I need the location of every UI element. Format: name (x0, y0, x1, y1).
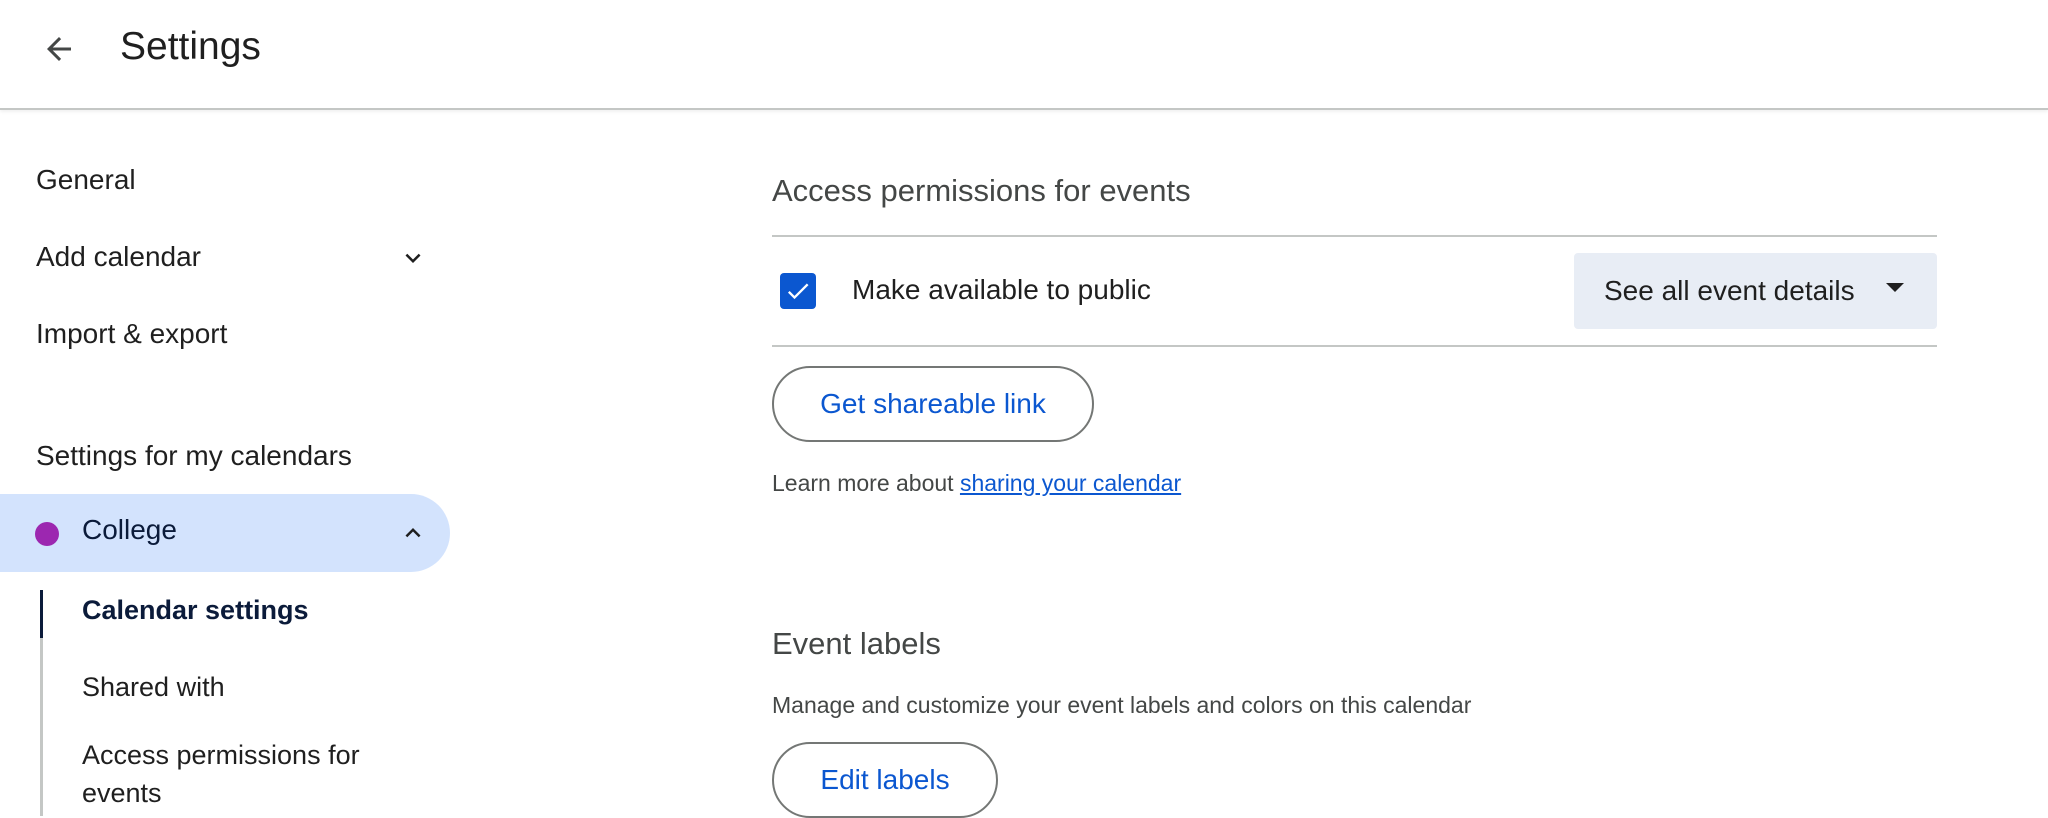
sidebar: General Add calendar Import & export Set… (0, 110, 470, 816)
subnav-item-shared-with[interactable]: Shared with (82, 668, 225, 706)
event-details-select[interactable]: See all event details (1574, 253, 1937, 329)
calendar-color-dot (35, 522, 59, 546)
arrow-back-icon (47, 37, 71, 61)
calendar-label: College (82, 514, 177, 545)
sidebar-item-import-export[interactable]: Import & export (0, 296, 450, 372)
chevron-up-icon (405, 528, 421, 538)
sidebar-item-add-calendar[interactable]: Add calendar (0, 219, 450, 295)
get-shareable-link-button[interactable]: Get shareable link (772, 366, 1094, 442)
public-checkbox-label: Make available to public (852, 274, 1151, 305)
dropdown-arrow-icon (1886, 283, 1904, 292)
sidebar-item-general[interactable]: General (0, 142, 450, 218)
divider (772, 235, 1937, 237)
section-heading-my-calendars: Settings for my calendars (36, 440, 352, 471)
back-button[interactable] (26, 22, 92, 76)
select-value: See all event details (1604, 275, 1855, 306)
subnav-active-indicator (40, 590, 43, 638)
edit-labels-button[interactable]: Edit labels (772, 742, 998, 818)
public-checkbox[interactable] (780, 273, 816, 309)
chevron-down-icon (405, 253, 421, 263)
subnav-item-calendar-settings[interactable]: Calendar settings (82, 591, 309, 629)
access-permissions-title: Access permissions for events (772, 173, 1191, 208)
sidebar-item-label: General (36, 164, 136, 195)
learn-more-prefix: Learn more about (772, 470, 960, 496)
event-labels-description: Manage and customize your event labels a… (772, 692, 1472, 718)
sidebar-item-label: Import & export (36, 318, 228, 349)
top-bar: Settings (0, 0, 2048, 110)
learn-more-text: Learn more about sharing your calendar (772, 470, 1181, 497)
calendar-item-college[interactable]: College (0, 494, 450, 572)
sharing-calendar-link[interactable]: sharing your calendar (960, 470, 1181, 496)
subnav-item-access-permissions[interactable]: Access permissions for events (82, 736, 412, 812)
checkmark-icon (787, 283, 809, 300)
main-content: Access permissions for events Make avail… (772, 110, 1937, 818)
page-title: Settings (120, 25, 261, 68)
sidebar-item-label: Add calendar (36, 241, 202, 272)
divider (772, 345, 1937, 347)
event-labels-title: Event labels (772, 626, 941, 661)
